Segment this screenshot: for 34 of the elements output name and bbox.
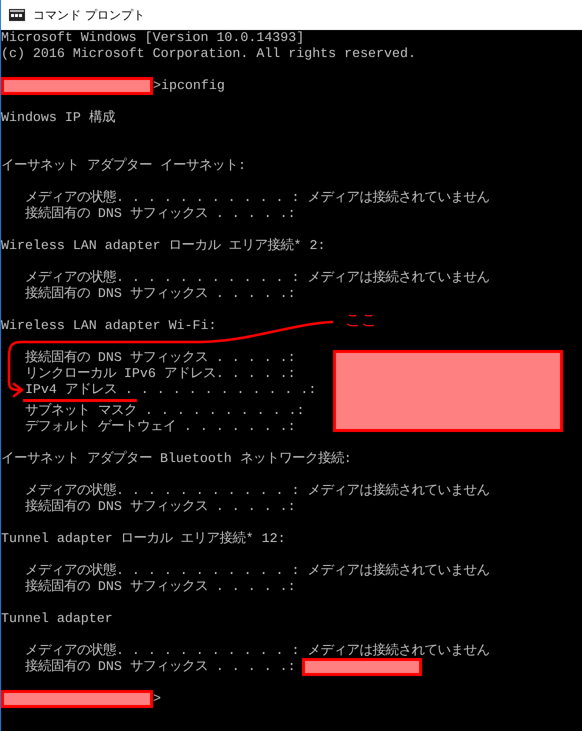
console-line: Wireless LAN adapter Wi-Fi: (1, 318, 216, 334)
console-line: サブネット マスク . . . . . . . . . .: (24, 403, 304, 419)
console-line: メディアの状態. . . . . . . . . . . : (24, 483, 300, 498)
console-value: メディアは接続されていません (306, 563, 490, 579)
console-line: Windows IP 構成 (1, 110, 115, 126)
console-line: Microsoft Windows [Version 10.0.14393] (1, 30, 304, 46)
console-value: メディアは接続されていません (306, 643, 490, 659)
console-icon (9, 9, 25, 21)
console-value: メディアは接続されていません (306, 270, 490, 286)
prompt-text: > (153, 691, 161, 707)
console-line: Tunnel adapter ローカル エリア接続* 12: (1, 531, 286, 547)
console-line: 接続固有の DNS サフィックス . . . . .: (24, 350, 296, 366)
console-line: 接続固有の DNS サフィックス . . . . .: (24, 206, 296, 222)
console-line: 接続固有の DNS サフィックス . . . . .: (24, 659, 296, 675)
console-line: デフォルト ゲートウェイ . . . . . . .: (24, 419, 296, 435)
handwritten-note: ここ (345, 310, 377, 330)
console-line: 接続固有の DNS サフィックス . . . . .: (24, 579, 296, 595)
window-title: コマンド プロンプト (33, 7, 145, 24)
console-line: メディアの状態. . . . . . . . . . . : (24, 563, 300, 578)
console-line: 接続固有の DNS サフィックス . . . . .: (24, 286, 296, 302)
console-line: メディアの状態. . . . . . . . . . . : (24, 270, 300, 286)
console-line: Wireless LAN adapter ローカル エリア接続* 2: (1, 238, 326, 254)
console-line: (c) 2016 Microsoft Corporation. All rights reserved. (1, 46, 416, 62)
console-line: Tunnel adapter (1, 611, 113, 627)
console-value: メディアは接続されていません (306, 190, 490, 206)
console-line: イーサネット アダプター イーサネット: (1, 158, 246, 174)
console-line: メディアの状態. . . . . . . . . . . : (24, 643, 300, 658)
console-line: イーサネット アダプター Bluetooth ネットワーク接続: (1, 451, 352, 467)
console-line: IPv4 アドレス . . . . . . . . . . . .: (24, 382, 316, 398)
console-value: メディアは接続されていません (306, 483, 490, 499)
console-line: メディアの状態. . . . . . . . . . . : (24, 190, 300, 206)
console-line: リンクローカル IPv6 アドレス. . . . .: (24, 366, 296, 382)
prompt-text: >ipconfig (153, 78, 225, 94)
console-line: 接続固有の DNS サフィックス . . . . .: (24, 499, 296, 515)
